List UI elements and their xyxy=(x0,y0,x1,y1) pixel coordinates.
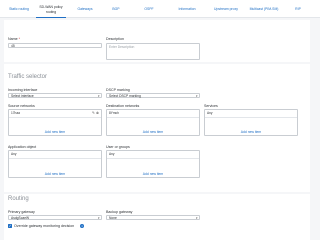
description-label: Description xyxy=(106,37,124,41)
users-list[interactable]: Any Add new item xyxy=(106,150,200,178)
add-new-item-link[interactable]: Add new item xyxy=(9,130,101,134)
tab-bar: Static routing SD-WAN policy routing Gat… xyxy=(0,0,320,18)
tab-upstream-proxy[interactable]: Upstream proxy xyxy=(210,0,242,18)
chevron-down-icon: ▾ xyxy=(97,216,100,220)
general-panel: Name * 45 Description Enter Description xyxy=(4,20,310,62)
destination-networks-list[interactable]: 8Ymch Add new item xyxy=(106,109,200,136)
backup-gateway-label: Backup gateway xyxy=(106,210,133,214)
primary-gateway-value: AsdgScaeW xyxy=(11,216,30,220)
dscp-label: DSCP marking xyxy=(106,88,130,92)
list-item[interactable]: Any xyxy=(11,152,17,156)
add-new-item-link[interactable]: Add new item xyxy=(107,130,199,134)
description-textarea[interactable]: Enter Description xyxy=(106,42,200,60)
tab-static-routing[interactable]: Static routing xyxy=(4,0,34,18)
tab-information[interactable]: Information xyxy=(172,0,202,18)
tab-ospf[interactable]: OSPF xyxy=(137,0,161,18)
traffic-selector-title: Traffic selector xyxy=(8,74,48,80)
override-checkbox[interactable]: ✓ xyxy=(8,224,12,228)
tab-rip[interactable]: RIP xyxy=(288,0,308,18)
name-label-text: Name xyxy=(8,37,18,41)
source-networks-label: Source networks xyxy=(8,104,35,108)
add-new-item-link[interactable]: Add new item xyxy=(9,172,101,176)
list-item[interactable]: 17haa xyxy=(11,111,20,115)
list-item[interactable]: Any xyxy=(207,111,213,115)
name-label: Name * xyxy=(8,37,20,41)
add-new-item-link[interactable]: Add new item xyxy=(107,172,199,176)
chevron-down-icon: ▾ xyxy=(97,94,100,98)
traffic-selector-panel: Traffic selector Incoming interface Sele… xyxy=(4,64,310,192)
incoming-interface-value: Select interface xyxy=(11,94,34,98)
name-input[interactable]: 45 xyxy=(8,42,102,48)
divider xyxy=(205,117,297,118)
backup-gateway-value: None xyxy=(109,216,117,220)
services-label: Services xyxy=(204,104,218,108)
add-new-item-link[interactable]: Add new item xyxy=(205,130,297,134)
override-label: Override gateway monitoring decision xyxy=(14,224,75,229)
edit-icon[interactable]: ✎ ⊗ xyxy=(92,111,99,115)
services-list[interactable]: Any Add new item xyxy=(204,109,298,136)
divider xyxy=(9,117,101,118)
dscp-select[interactable]: Select DSCP marking ▾ xyxy=(106,93,200,99)
dscp-value: Select DSCP marking xyxy=(109,94,141,98)
primary-gateway-label: Primary gateway xyxy=(8,210,35,214)
incoming-interface-label: Incoming interface xyxy=(8,88,38,92)
divider xyxy=(107,158,199,159)
destination-networks-label: Destination networks xyxy=(106,104,140,108)
routing-title: Routing xyxy=(8,196,29,202)
users-label: User or groups xyxy=(106,145,130,149)
list-item[interactable]: 8Ymch xyxy=(109,111,119,115)
routing-panel: Routing Primary gateway AsdgScaeW ▾ Back… xyxy=(4,194,310,240)
source-networks-list[interactable]: 17haa ✎ ⊗ Add new item xyxy=(8,109,102,136)
info-icon[interactable]: i xyxy=(80,224,84,228)
application-object-label: Application object xyxy=(8,145,37,149)
divider xyxy=(9,158,101,159)
tab-sd-wan-policy-routing[interactable]: SD-WAN policy routing xyxy=(36,0,66,18)
divider xyxy=(107,117,199,118)
chevron-down-icon: ▾ xyxy=(195,94,198,98)
backup-gateway-select[interactable]: None ▾ xyxy=(106,215,200,221)
list-item[interactable]: Any xyxy=(109,152,115,156)
tab-gateways[interactable]: Gateways xyxy=(70,0,100,18)
chevron-down-icon: ▾ xyxy=(195,216,198,220)
required-marker: * xyxy=(18,37,20,41)
application-object-list[interactable]: Any Add new item xyxy=(8,150,102,178)
primary-gateway-select[interactable]: AsdgScaeW ▾ xyxy=(8,215,102,221)
tab-multicast[interactable]: Multicast (PIM-SM) xyxy=(246,0,282,18)
tab-bgp[interactable]: BGP xyxy=(106,0,126,18)
incoming-interface-select[interactable]: Select interface ▾ xyxy=(8,93,102,99)
